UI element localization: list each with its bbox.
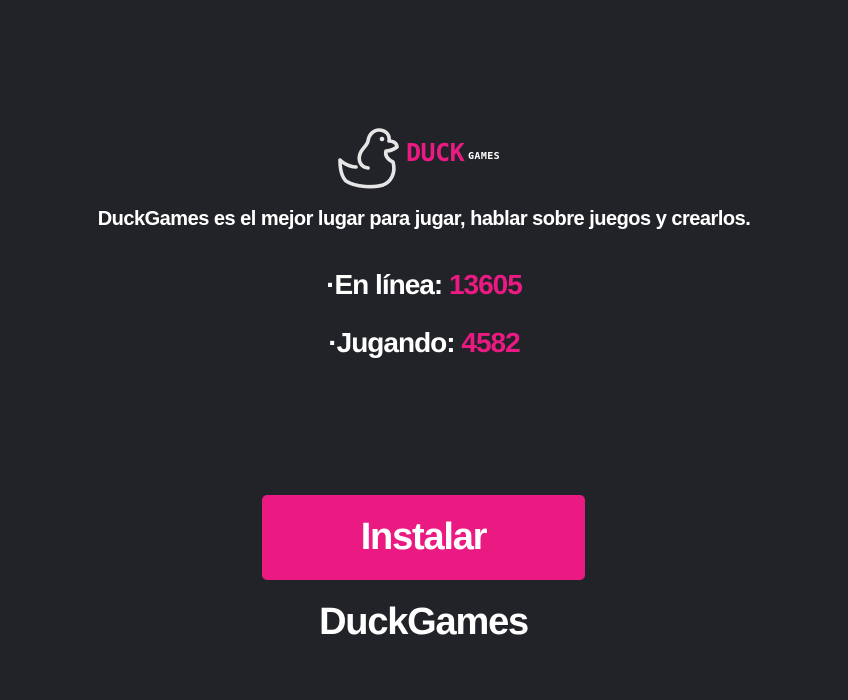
online-label: ·En línea:	[326, 269, 449, 300]
tagline: DuckGames es el mejor lugar para jugar, …	[97, 208, 751, 230]
logo-brand-duck: DUCK	[406, 138, 465, 167]
online-count: 13605	[448, 269, 523, 300]
playing-count: 4582	[461, 327, 520, 358]
playing-label: ·Jugando:	[328, 327, 462, 358]
logo-brand-games: GAMES	[468, 151, 501, 162]
duck-icon	[338, 128, 399, 189]
playing-stat: ·Jugando: 4582	[0, 325, 848, 361]
online-stat: ·En línea: 13605	[0, 267, 848, 303]
duckgames-logo: DUCK GAMES	[338, 124, 518, 190]
install-button[interactable]: Instalar DuckGames	[262, 495, 585, 643]
